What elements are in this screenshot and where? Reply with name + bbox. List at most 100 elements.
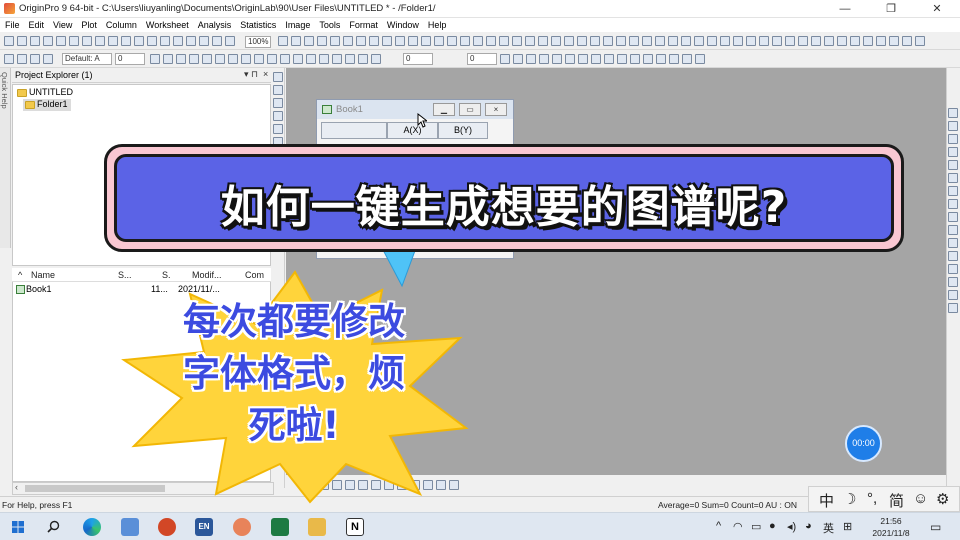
toolbar-button-icon[interactable] — [56, 36, 66, 46]
toolbar-button-icon[interactable] — [591, 54, 601, 64]
tool-icon[interactable] — [948, 134, 958, 144]
recording-timer[interactable]: 00:00 — [845, 425, 882, 462]
toolbar-button-icon[interactable] — [317, 36, 327, 46]
toolbar-button-icon[interactable] — [473, 36, 483, 46]
toolbar-button-icon[interactable] — [889, 36, 899, 46]
edge-browser-icon[interactable] — [83, 518, 101, 536]
minimize-button[interactable]: — — [822, 0, 868, 18]
notification-icon[interactable]: ▭ — [930, 520, 941, 534]
toolbar-button-icon[interactable] — [343, 36, 353, 46]
menu-image[interactable]: Image — [280, 18, 314, 32]
col-name[interactable]: Name — [31, 270, 55, 280]
toolbar-button-icon[interactable] — [17, 36, 27, 46]
tool-icon[interactable] — [273, 98, 283, 108]
tool-icon[interactable] — [273, 85, 283, 95]
toolbar-button-icon[interactable] — [551, 36, 561, 46]
book-titlebar[interactable]: Book1 ▁ ▭ × — [317, 100, 513, 119]
toolbar-button-icon[interactable] — [590, 36, 600, 46]
toolbar-button-icon[interactable] — [707, 36, 717, 46]
toolbar-button-icon[interactable] — [304, 36, 314, 46]
scroll-left-icon[interactable]: ‹ — [15, 482, 18, 492]
toolbar-button-icon[interactable] — [603, 36, 613, 46]
toolbar-button-icon[interactable] — [811, 36, 821, 46]
toolbar-button-icon[interactable] — [82, 36, 92, 46]
toolbar-button-icon[interactable] — [552, 54, 562, 64]
menu-edit[interactable]: Edit — [24, 18, 49, 32]
toolbar-button-icon[interactable] — [228, 54, 238, 64]
toolbar-button-icon[interactable] — [682, 54, 692, 64]
toolbar-button-icon[interactable] — [669, 54, 679, 64]
ime-simplified[interactable]: 简 — [889, 490, 904, 511]
folder-icon[interactable] — [308, 518, 326, 536]
tool-icon[interactable] — [948, 225, 958, 235]
toolbar-button-icon[interactable] — [421, 36, 431, 46]
en-dictionary-icon[interactable]: EN — [195, 518, 213, 536]
settings-icon[interactable]: ⚙ — [936, 490, 949, 508]
toolbar-button-icon[interactable] — [733, 36, 743, 46]
toolbar-button-icon[interactable] — [173, 36, 183, 46]
tool-icon[interactable] — [948, 303, 958, 313]
toolbar-button-icon[interactable] — [629, 36, 639, 46]
toolbar-button-icon[interactable] — [538, 36, 548, 46]
toolbar-button-icon[interactable] — [254, 54, 264, 64]
book-close-button[interactable]: × — [485, 103, 507, 116]
ime-halfwidth-icon[interactable]: ☽ — [843, 490, 856, 508]
toolbar-button-icon[interactable] — [655, 36, 665, 46]
toolbar-button-icon[interactable] — [500, 54, 510, 64]
toolbar-button-icon[interactable] — [186, 36, 196, 46]
menu-file[interactable]: File — [0, 18, 24, 32]
toolbar-button-icon[interactable] — [616, 36, 626, 46]
toolbar-button-icon[interactable] — [656, 54, 666, 64]
toolbar-button-icon[interactable] — [147, 36, 157, 46]
vpn-icon[interactable]: ● — [769, 520, 776, 532]
toolbar-button-icon[interactable] — [460, 36, 470, 46]
close-button[interactable]: ✕ — [914, 0, 960, 18]
toolbar-button-icon[interactable] — [525, 36, 535, 46]
font-size-select[interactable]: 0 — [115, 53, 145, 65]
search-icon[interactable] — [47, 520, 60, 533]
toolbar-button-icon[interactable] — [630, 54, 640, 64]
toolbar-button-icon[interactable] — [163, 54, 173, 64]
toolbar-button-icon[interactable] — [915, 36, 925, 46]
toolbar-button-icon[interactable] — [369, 36, 379, 46]
volume-icon[interactable]: ◂) — [787, 520, 796, 533]
ime-punctuation[interactable]: °, — [867, 490, 877, 507]
toolbar-button-icon[interactable] — [95, 36, 105, 46]
wechat-icon[interactable]: ◕ — [805, 520, 812, 532]
toolbar-button-icon[interactable] — [642, 36, 652, 46]
toolbar-button-icon[interactable] — [798, 36, 808, 46]
toolbar-button-icon[interactable] — [837, 36, 847, 46]
zoom-box[interactable]: 100% — [245, 36, 271, 48]
toolbar-button-icon[interactable] — [694, 36, 704, 46]
toolbar-button-icon[interactable] — [486, 36, 496, 46]
font-select[interactable]: Default: A — [62, 53, 112, 65]
fill-value-select[interactable]: 0 — [467, 53, 497, 65]
toolbar-button-icon[interactable] — [539, 54, 549, 64]
network-icon[interactable]: ◠ — [733, 520, 743, 533]
pin-icon[interactable]: ▾ ⊓ — [244, 69, 258, 80]
toolbar-button-icon[interactable] — [278, 36, 288, 46]
toolbar-button-icon[interactable] — [345, 54, 355, 64]
toolbar-button-icon[interactable] — [306, 54, 316, 64]
tool-icon[interactable] — [948, 277, 958, 287]
toolbar-button-icon[interactable] — [225, 36, 235, 46]
toolbar-button-icon[interactable] — [293, 54, 303, 64]
menu-column[interactable]: Column — [101, 18, 141, 32]
tool-icon[interactable] — [948, 186, 958, 196]
tool-icon[interactable] — [948, 121, 958, 131]
toolbar-button-icon[interactable] — [876, 36, 886, 46]
file-explorer-app-icon[interactable] — [121, 518, 139, 536]
tool-icon[interactable] — [273, 111, 283, 121]
menu-help[interactable]: Help — [423, 18, 451, 32]
worksheet-grid[interactable]: A(X) B(Y) — [321, 122, 505, 140]
toolbar-button-icon[interactable] — [526, 54, 536, 64]
clock[interactable]: 21:56 2021/11/8 — [868, 515, 914, 539]
menu-analysis[interactable]: Analysis — [193, 18, 236, 32]
windows-start-icon[interactable] — [12, 521, 24, 533]
tool-icon[interactable] — [948, 212, 958, 222]
toolbar-button-icon[interactable] — [720, 36, 730, 46]
tool-icon[interactable] — [948, 160, 958, 170]
toolbar-button-icon[interactable] — [513, 54, 523, 64]
corner-cell[interactable] — [321, 122, 387, 139]
toolbar-button-icon[interactable] — [668, 36, 678, 46]
